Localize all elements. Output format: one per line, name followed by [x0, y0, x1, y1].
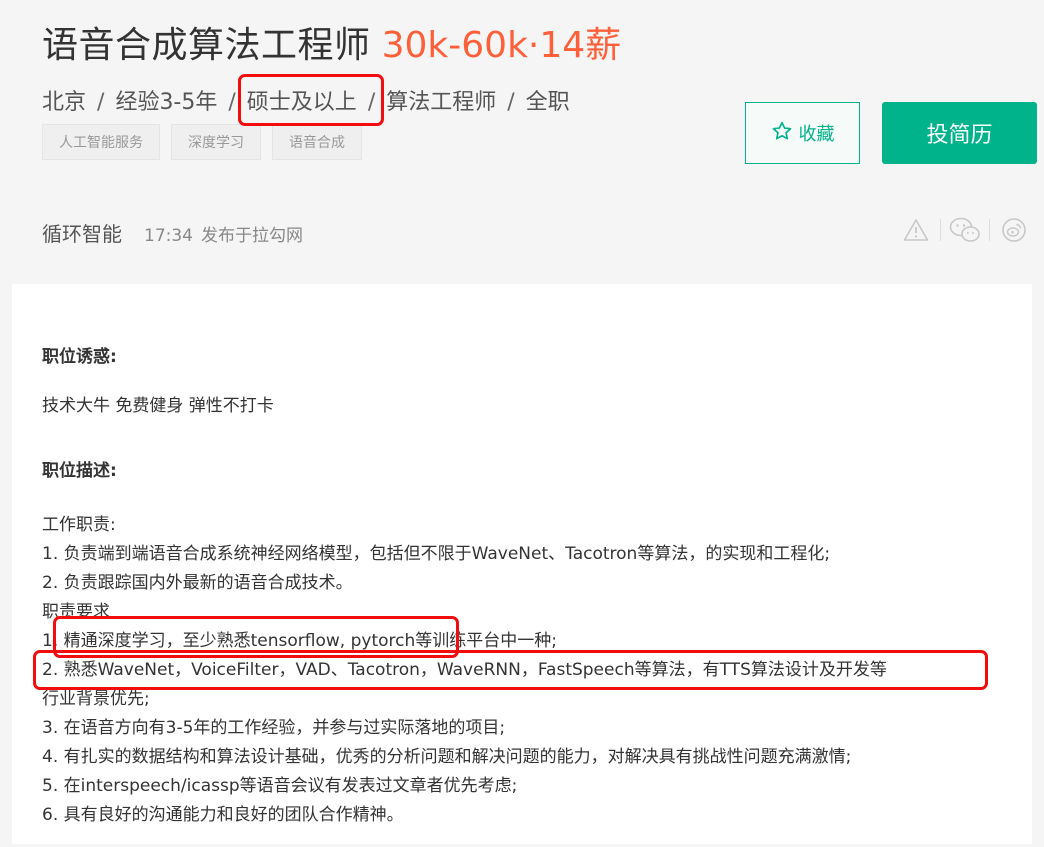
description-line: 4. 有扎实的数据结构和算法设计基础，优秀的分析问题和解决问题的能力，对解决具有… — [42, 747, 852, 767]
tag-ai-service[interactable]: 人工智能服务 — [42, 124, 160, 160]
collect-label: 收藏 — [798, 124, 835, 145]
weibo-icon[interactable] — [998, 212, 1030, 248]
tag-speech-synthesis[interactable]: 语音合成 — [272, 124, 362, 160]
job-type: 全职 — [525, 90, 570, 115]
salary: 30k-60k·14薪 — [381, 25, 622, 66]
separator: / — [97, 90, 105, 115]
star-icon — [771, 120, 793, 147]
title-row: 语音合成算法工程师 30k-60k·14薪 — [42, 16, 621, 68]
separator: / — [228, 90, 236, 115]
share-icons — [900, 212, 1030, 248]
wechat-icon[interactable] — [949, 212, 981, 248]
perks-text: 技术大牛 免费健身 弹性不打卡 — [42, 396, 274, 416]
job-education: 硕士及以上 — [246, 90, 357, 115]
tag-list: 人工智能服务 深度学习 语音合成 — [42, 124, 362, 160]
publish-time: 17:34 — [144, 226, 193, 246]
description-line: 2. 熟悉WaveNet，VoiceFilter，VAD、Tacotron，Wa… — [42, 660, 887, 680]
description-line: 工作职责: — [42, 515, 116, 535]
company-name[interactable]: 循环智能 — [42, 218, 122, 247]
job-meta: 北京 / 经验3-5年 / 硕士及以上 / 算法工程师 / 全职 — [42, 84, 570, 116]
job-title: 语音合成算法工程师 — [42, 25, 371, 66]
publisher-row: 循环智能 17:34 发布于拉勾网 — [42, 218, 303, 247]
separator: / — [507, 90, 515, 115]
description-line: 6. 具有良好的沟通能力和良好的团队合作精神。 — [42, 805, 404, 825]
job-experience: 经验3-5年 — [115, 90, 218, 115]
description-line: 2. 负责跟踪国内外最新的语音合成技术。 — [42, 573, 353, 593]
description-line: 1. 精通深度学习，至少熟悉tensorflow, pytorch等训练平台中一… — [42, 631, 557, 651]
description-title: 职位描述: — [42, 461, 117, 481]
collect-button[interactable]: 收藏 — [745, 102, 860, 164]
job-detail-panel: 职位诱惑: 技术大牛 免费健身 弹性不打卡 职位描述: 工作职责: 1. 负责端… — [12, 284, 1032, 844]
publish-source: 发布于拉勾网 — [201, 226, 303, 246]
perks-title: 职位诱惑: — [42, 347, 117, 367]
description-line: 5. 在interspeech/icassp等语音会议有发表过文章者优先考虑; — [42, 776, 518, 796]
apply-button[interactable]: 投简历 — [882, 102, 1037, 164]
description-line: 职责要求 — [42, 602, 110, 622]
warning-icon[interactable] — [900, 212, 932, 248]
job-category: 算法工程师 — [386, 90, 497, 115]
icon-divider — [989, 219, 990, 241]
tag-deep-learning[interactable]: 深度学习 — [171, 124, 261, 160]
separator: / — [367, 90, 376, 115]
description-line: 1. 负责端到端语音合成系统神经网络模型，包括但不限于WaveNet、Tacot… — [42, 544, 831, 564]
description-line: 3. 在语音方向有3-5年的工作经验，并参与过实际落地的项目; — [42, 718, 506, 738]
job-city: 北京 — [42, 90, 87, 115]
description-line: 行业背景优先; — [42, 689, 150, 709]
job-header: 语音合成算法工程师 30k-60k·14薪 北京 / 经验3-5年 / 硕士及以… — [0, 0, 1044, 284]
icon-divider — [940, 219, 941, 241]
